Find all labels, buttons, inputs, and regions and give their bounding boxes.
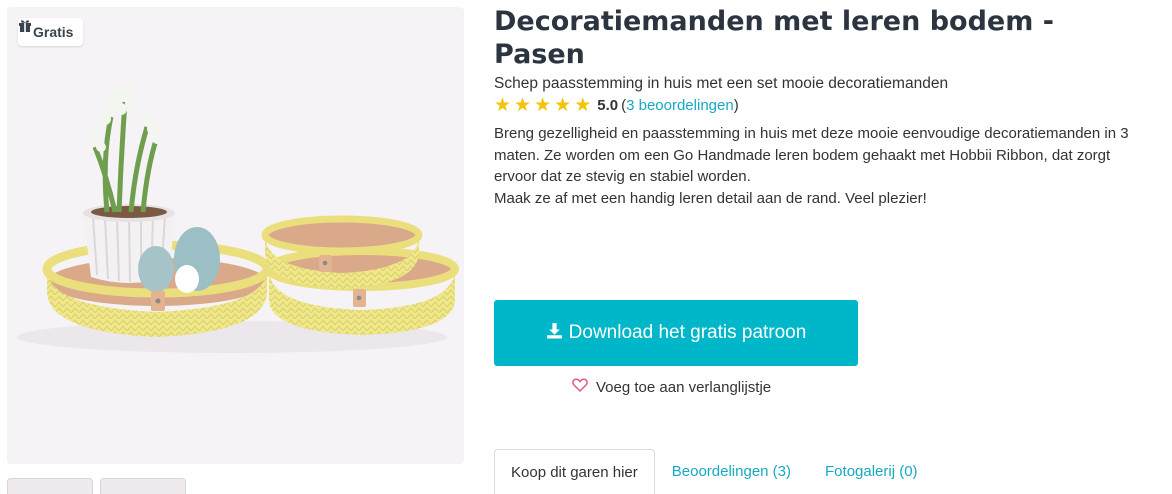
star-icon: ★ — [574, 95, 592, 116]
star-rating: ★ ★ ★ ★ ★ — [494, 96, 591, 115]
rating-score: 5.0 — [597, 97, 619, 114]
product-image[interactable]: Gratis — [7, 7, 464, 464]
description-paragraph: Maak ze af met een handig leren detail a… — [494, 189, 927, 207]
tab-buy-yarn[interactable]: Koop dit garen hier — [494, 449, 655, 494]
tab-photo-gallery[interactable]: Fotogalerij (0) — [808, 449, 935, 494]
wishlist-link[interactable]: Voeg toe aan verlanglijstje — [572, 378, 771, 396]
star-icon: ★ — [514, 95, 532, 116]
tab-reviews[interactable]: Beoordelingen (3) — [655, 449, 808, 494]
heart-outline-icon — [572, 378, 588, 396]
download-label: Download het gratis patroon — [568, 322, 807, 343]
wishlist-label: Voeg toe aan verlanglijstje — [596, 378, 772, 396]
reviews-link[interactable]: 3 beoordelingen — [626, 97, 734, 114]
product-tabs: Koop dit garen hier Beoordelingen (3) Fo… — [494, 449, 935, 494]
description-paragraph: Breng gezelligheid en paasstemming in hu… — [494, 125, 1129, 185]
star-icon: ★ — [534, 95, 552, 116]
thumbnail-1[interactable] — [7, 478, 93, 494]
download-icon — [546, 322, 563, 345]
paren-close: ) — [733, 97, 739, 114]
star-icon: ★ — [494, 95, 512, 116]
free-badge: Gratis — [18, 18, 84, 46]
badge-label: Gratis — [33, 24, 74, 40]
rating-row: ★ ★ ★ ★ ★ 5.0 ( 3 beoordelingen ) — [494, 96, 739, 115]
product-description: Breng gezelligheid en paasstemming in hu… — [494, 123, 1156, 209]
product-subtitle: Schep paasstemming in huis met een set m… — [494, 75, 949, 92]
baskets-illustration — [17, 85, 459, 353]
star-icon: ★ — [554, 95, 572, 116]
download-pattern-button[interactable]: Download het gratis patroon — [494, 300, 858, 366]
thumbnail-2[interactable] — [100, 478, 186, 494]
product-title: Decoratiemanden met leren bodem - Pasen — [494, 6, 1054, 70]
